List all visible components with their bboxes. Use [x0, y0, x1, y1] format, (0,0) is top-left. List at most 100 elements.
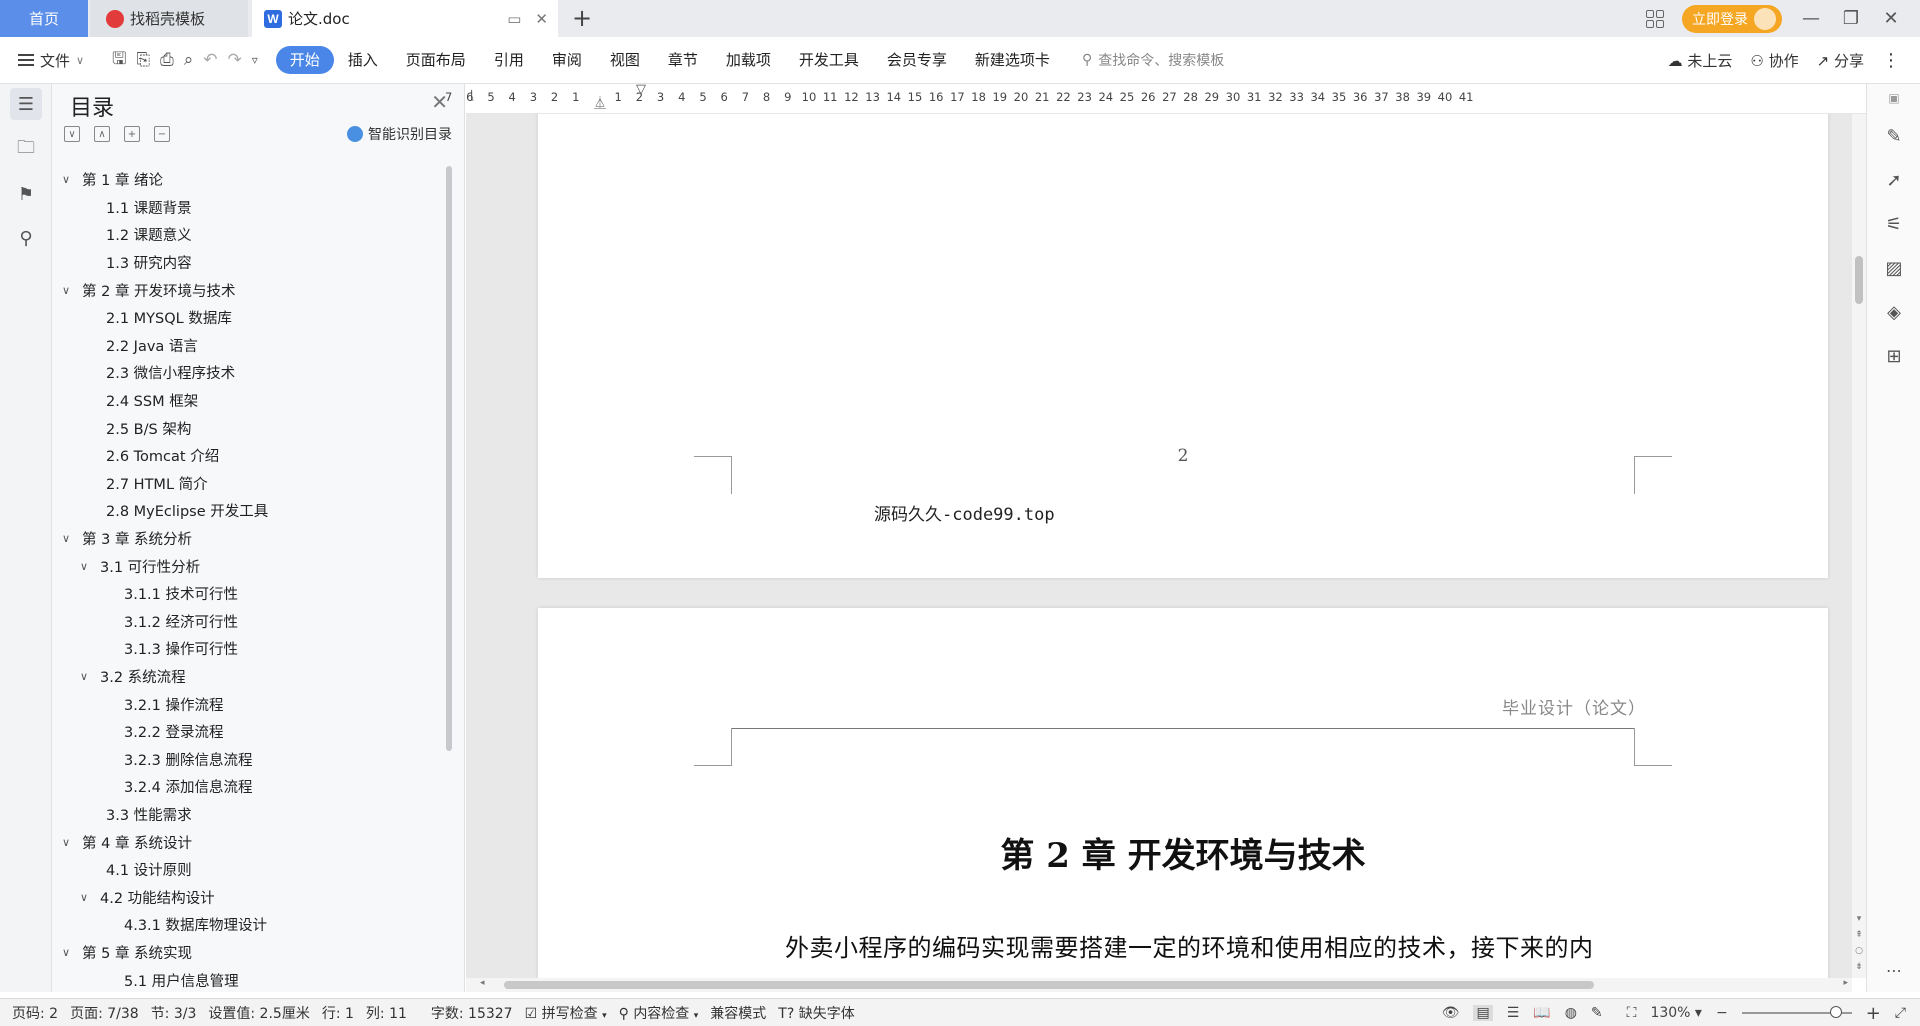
toc-entry[interactable]: 3.2.2 登录流程: [52, 718, 447, 746]
scroll-down-icon[interactable]: ▾: [1857, 914, 1862, 924]
minimize-icon[interactable]: —: [1800, 8, 1822, 29]
chapter-nav-icon[interactable]: 🗀: [10, 134, 42, 166]
outline-view-icon[interactable]: ☰: [1507, 1005, 1520, 1021]
horizontal-scroll-thumb[interactable]: [504, 981, 1594, 989]
more-options-icon[interactable]: ⋮: [1882, 50, 1900, 71]
tab-document[interactable]: W 论文.doc ▭ ✕: [252, 0, 558, 37]
toc-entry[interactable]: 2.6 Tomcat 介绍: [52, 442, 447, 470]
tab-docer-templates[interactable]: 找稻壳模板: [90, 0, 248, 37]
print-preview-icon[interactable]: ⌕: [184, 50, 194, 70]
tab-ribbon-3[interactable]: 引用: [480, 46, 538, 74]
smart-toc-button[interactable]: 智能识别目录: [347, 124, 452, 144]
tab-ribbon-8[interactable]: 开发工具: [785, 46, 873, 74]
web-view-icon[interactable]: ◍: [1565, 1005, 1577, 1021]
toc-entry[interactable]: 5.1 用户信息管理: [52, 966, 447, 994]
toc-entry[interactable]: 2.7 HTML 简介: [52, 470, 447, 498]
toc-entry[interactable]: ∨ 第 5 章 系统实现: [52, 939, 447, 967]
eye-protect-icon[interactable]: 👁: [1442, 1005, 1460, 1021]
vertical-scroll-thumb[interactable]: [1855, 256, 1863, 304]
document-page[interactable]: 2 源码久久-code99.top: [538, 114, 1828, 578]
more-tools-icon[interactable]: ⋯: [1882, 958, 1906, 982]
missing-font-button[interactable]: T? 缺失字体: [778, 1003, 854, 1023]
page-view-icon[interactable]: ▤: [1473, 1005, 1493, 1021]
toc-entry[interactable]: ∨ 4.2 功能结构设计: [52, 883, 447, 911]
zoom-in-icon[interactable]: +: [1866, 1003, 1881, 1024]
pen-edit-icon[interactable]: ✎: [1882, 124, 1906, 148]
status-column[interactable]: 列: 11: [366, 1003, 407, 1023]
toc-entry[interactable]: 4.1 设计原则: [52, 856, 447, 884]
content-check-button[interactable]: ⚲ 内容检查 ▾: [619, 1003, 699, 1023]
toc-entry[interactable]: 3.1.2 经济可行性: [52, 608, 447, 636]
toc-entry[interactable]: 3.1.3 操作可行性: [52, 635, 447, 663]
scroll-left-icon[interactable]: ◂: [480, 978, 485, 988]
vertical-scrollbar[interactable]: ▾ ⇞ ○ ⇟: [1852, 114, 1866, 978]
tab-ribbon-2[interactable]: 页面布局: [392, 46, 480, 74]
quick-access-dropdown-icon[interactable]: ▿: [252, 53, 258, 67]
close-tab-icon[interactable]: ✕: [535, 10, 548, 28]
tab-ribbon-5[interactable]: 视图: [596, 46, 654, 74]
fit-page-icon[interactable]: ⛶: [1627, 1005, 1637, 1021]
toc-entry[interactable]: 3.2.1 操作流程: [52, 690, 447, 718]
chevron-down-icon[interactable]: ∨: [62, 836, 76, 849]
close-window-icon[interactable]: ✕: [1880, 8, 1902, 29]
tab-ribbon-10[interactable]: 新建选项卡: [961, 46, 1064, 74]
apps-grid-icon[interactable]: [1646, 9, 1664, 28]
select-pointer-icon[interactable]: ➚: [1882, 168, 1906, 192]
status-section[interactable]: 节: 3/3: [151, 1003, 197, 1023]
toc-scrollbar[interactable]: [446, 166, 452, 751]
share-button[interactable]: ↗ 分享: [1817, 50, 1864, 71]
add-entry-icon[interactable]: +: [124, 126, 140, 142]
style-adjust-icon[interactable]: ⚟: [1882, 212, 1906, 236]
chevron-down-icon[interactable]: ∨: [62, 532, 76, 545]
next-page-icon[interactable]: ⇟: [1855, 962, 1863, 972]
toc-entry[interactable]: 3.2.4 添加信息流程: [52, 773, 447, 801]
toc-entry[interactable]: 2.4 SSM 框架: [52, 387, 447, 415]
toc-entry[interactable]: ∨ 3.1 可行性分析: [52, 552, 447, 580]
toc-entry[interactable]: 2.1 MYSQL 数据库: [52, 304, 447, 332]
tab-home[interactable]: 首页: [0, 0, 88, 37]
save-icon[interactable]: 🖫: [112, 46, 126, 75]
ai-assistant-icon[interactable]: ◈: [1882, 300, 1906, 324]
status-page-count[interactable]: 页面: 7/38: [70, 1003, 139, 1023]
toc-entry[interactable]: 3.2.3 删除信息流程: [52, 745, 447, 773]
status-row[interactable]: 行: 1: [322, 1003, 354, 1023]
toc-entry[interactable]: ∨ 第 3 章 系统分析: [52, 525, 447, 553]
tab-ribbon-7[interactable]: 加载项: [712, 46, 785, 74]
document-canvas[interactable]: 2 源码久久-code99.top 毕业设计（论文） 第 2 章 开发环境与技术…: [466, 114, 1852, 978]
write-mode-icon[interactable]: ✎: [1591, 1005, 1603, 1021]
first-line-indent-icon[interactable]: ▽: [636, 82, 646, 97]
command-search[interactable]: ⚲ 查找命令、搜索模板: [1082, 50, 1224, 70]
toc-entry[interactable]: 1.3 研究内容: [52, 249, 447, 277]
toc-entry[interactable]: 2.5 B/S 架构: [52, 414, 447, 442]
tab-ribbon-6[interactable]: 章节: [654, 46, 712, 74]
zoom-slider-knob[interactable]: [1829, 1006, 1842, 1018]
chevron-down-icon[interactable]: ∨: [80, 891, 94, 904]
export-pdf-icon[interactable]: ⎘: [136, 50, 150, 70]
toc-entry[interactable]: ∨ 3.2 系统流程: [52, 663, 447, 691]
image-tools-icon[interactable]: ▨: [1882, 256, 1906, 280]
chevron-down-icon[interactable]: ∨: [62, 173, 76, 186]
chevron-down-icon[interactable]: ∨: [62, 284, 76, 297]
toc-entry[interactable]: 3.1.1 技术可行性: [52, 580, 447, 608]
status-word-count[interactable]: 字数: 15327: [431, 1003, 513, 1023]
zoom-slider[interactable]: [1741, 1006, 1852, 1018]
spell-check-button[interactable]: ☑ 拼写检查 ▾: [525, 1003, 607, 1023]
toc-entry[interactable]: ∨ 第 4 章 系统设计: [52, 828, 447, 856]
bookmark-icon[interactable]: ⚑: [10, 178, 42, 210]
tab-ribbon-4[interactable]: 审阅: [538, 46, 596, 74]
collaborate-button[interactable]: ⚇ 协作: [1750, 50, 1798, 71]
read-view-icon[interactable]: 📖: [1533, 1005, 1550, 1021]
toc-entry[interactable]: 1.2 课题意义: [52, 221, 447, 249]
status-setting[interactable]: 设置值: 2.5厘米: [208, 1003, 309, 1023]
tab-ribbon-1[interactable]: 插入: [334, 46, 392, 74]
prev-page-icon[interactable]: ⇞: [1855, 930, 1863, 940]
scroll-right-icon[interactable]: ▸: [1843, 978, 1848, 988]
undo-icon[interactable]: ↶: [203, 50, 217, 70]
zoom-level[interactable]: 130% ▾: [1650, 1005, 1702, 1021]
find-icon[interactable]: ⚲: [10, 222, 42, 254]
chevron-down-icon[interactable]: ∨: [80, 670, 94, 683]
toc-entry[interactable]: 2.8 MyEclipse 开发工具: [52, 497, 447, 525]
login-button[interactable]: 立即登录: [1682, 4, 1782, 33]
fullscreen-icon[interactable]: ⤢: [1895, 1005, 1906, 1021]
toc-entry[interactable]: ∨ 第 2 章 开发环境与技术: [52, 276, 447, 304]
